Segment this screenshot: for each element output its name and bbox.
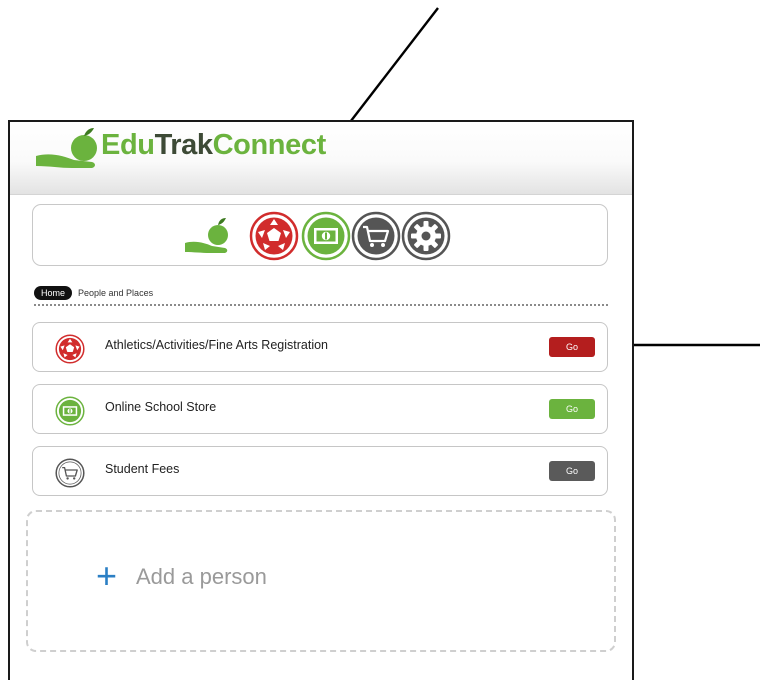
money-icon[interactable] (301, 211, 351, 261)
money-icon (55, 396, 85, 426)
list-item-label: Online School Store (105, 400, 217, 414)
list-item-label: Athletics/Activities/Fine Arts Registrat… (105, 338, 328, 352)
soccer-ball-icon (55, 334, 85, 364)
apple-hand-logo-icon[interactable] (183, 211, 233, 261)
breadcrumb-divider (34, 304, 608, 306)
logo-text-trak: Trak (154, 129, 213, 161)
list-item-online-school-store[interactable]: Online School Store Go (32, 384, 608, 434)
soccer-ball-icon[interactable] (249, 211, 299, 261)
app-header: EduTrakConnect (10, 122, 632, 195)
breadcrumb: Home People and Places (34, 284, 153, 300)
logo-text-edu: Edu (101, 129, 155, 161)
go-button[interactable]: Go (549, 461, 595, 481)
breadcrumb-home[interactable]: Home (34, 285, 73, 300)
go-button[interactable]: Go (549, 399, 595, 419)
app-logo[interactable]: EduTrakConnect (101, 129, 326, 162)
add-person-label: Add a person (136, 564, 267, 589)
add-person-card[interactable]: + Add a person (26, 510, 616, 652)
plus-icon: + (96, 555, 118, 596)
list-item-label: Student Fees (105, 462, 180, 476)
go-button[interactable]: Go (549, 337, 595, 357)
list-item-athletics-registration[interactable]: Athletics/Activities/Fine Arts Registrat… (32, 322, 608, 372)
apple-hand-logo-icon (36, 128, 97, 168)
logo-text-connect: Connect (212, 129, 327, 161)
shopping-cart-icon (55, 458, 85, 488)
category-icon-bar (32, 204, 608, 266)
list-item-student-fees[interactable]: Student Fees Go (32, 446, 608, 496)
shopping-cart-icon[interactable] (351, 211, 401, 261)
gear-icon[interactable] (401, 211, 451, 261)
breadcrumb-current[interactable]: People and Places (78, 286, 153, 300)
app-window: EduTrakConnect Home People and Places At… (8, 120, 634, 680)
